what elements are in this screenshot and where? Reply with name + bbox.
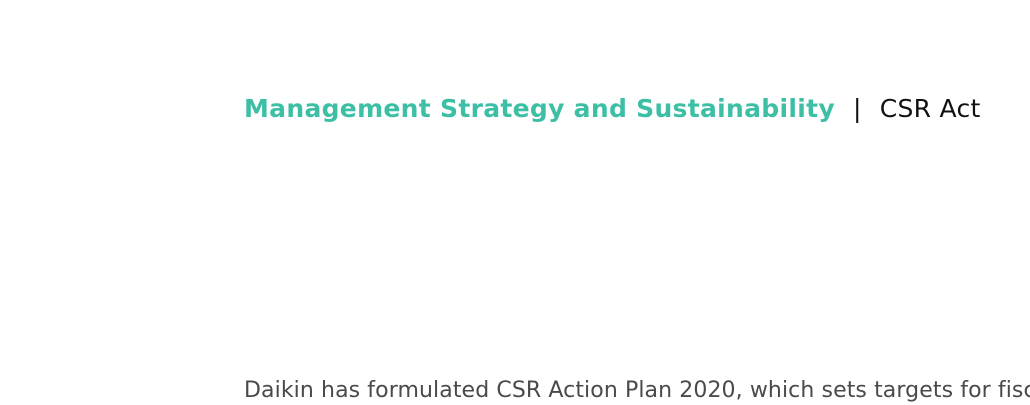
title-separator: |: [852, 94, 862, 123]
page-header: Management Strategy and Sustainability | C…: [244, 93, 981, 125]
document-page: Management Strategy and Sustainability | C…: [0, 0, 1030, 405]
page-title: CSR Act: [879, 94, 981, 123]
section-title: Management Strategy and Sustainability: [244, 94, 835, 123]
intro-paragraph: Daikin has formulated CSR Action Plan 20…: [244, 378, 1030, 403]
